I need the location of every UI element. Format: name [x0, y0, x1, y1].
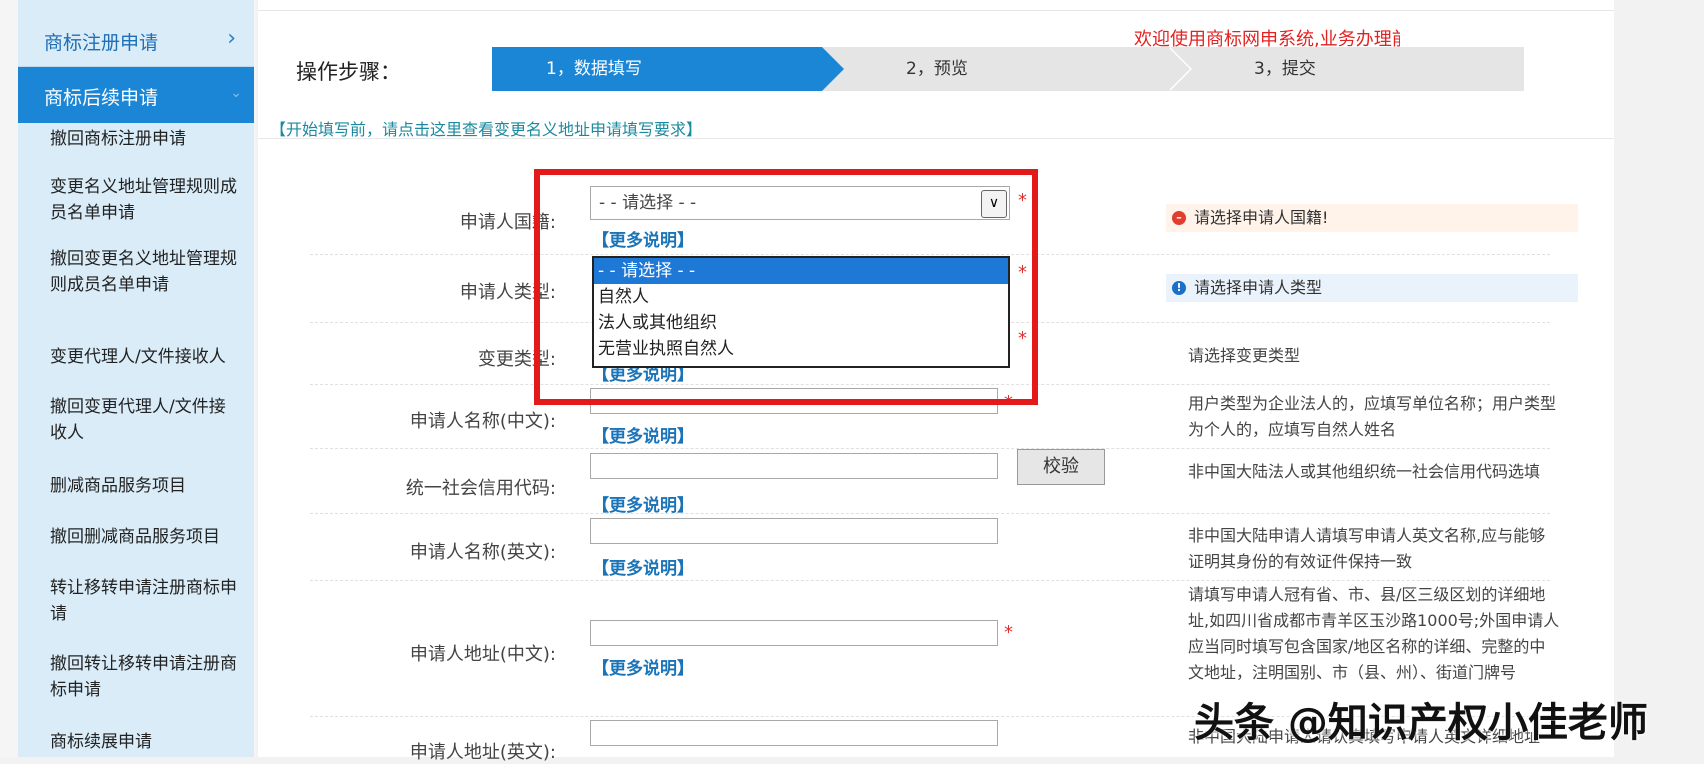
nationality-error-message: – 请选择申请人国籍!	[1166, 204, 1578, 232]
change-type-label: 变更类型:	[477, 349, 556, 370]
step-arrow	[1168, 47, 1190, 91]
sidebar-item-label: 商标后续申请	[44, 87, 159, 109]
sidebar-subitem[interactable]: 撤回转让移转申请注册商标申请	[50, 651, 240, 703]
sidebar-item-trademark-followup[interactable]: 商标后续申请 ⌄	[18, 67, 254, 123]
step-arrow-active	[822, 47, 844, 91]
credit-code-help: 非中国大陆法人或其他组织统一社会信用代码选填	[1188, 462, 1541, 481]
name-en-help: 非中国大陆申请人请填写申请人英文名称,应与能够证明其身份的有效证件保持一致	[1188, 526, 1546, 571]
sidebar-subitem[interactable]: 撤回删减商品服务项目	[50, 524, 240, 550]
applicant-type-info-message: ! 请选择申请人类型	[1166, 274, 1578, 302]
sidebar-panel: 商标注册申请 › 商标后续申请 ⌄	[18, 0, 254, 757]
step-submit: 3，提交	[1168, 47, 1524, 91]
nationality-label: 申请人国籍:	[459, 212, 556, 233]
sidebar-subitem[interactable]: 撤回变更名义地址管理规则成员名单申请	[50, 246, 240, 298]
name-cn-help: 用户类型为企业法人的，应填写单位名称；用户类型为个人的，应填写自然人姓名	[1188, 394, 1557, 439]
address-cn-label: 申请人地址(中文):	[409, 644, 556, 665]
more-info-link[interactable]: 【更多说明】	[592, 654, 694, 679]
top-divider	[258, 0, 1614, 11]
steps-label: 操作步骤：	[296, 60, 401, 84]
sidebar-item-trademark-registration[interactable]: 商标注册申请 ›	[18, 0, 254, 67]
credit-code-input[interactable]	[590, 453, 998, 479]
sidebar-subitem[interactable]: 撤回商标注册申请	[50, 126, 240, 152]
fill-requirements-link[interactable]: 【开始填写前，请点击这里查看变更名义地址申请填写要求】	[270, 116, 702, 140]
sidebar-subitem[interactable]: 删减商品服务项目	[50, 473, 240, 499]
name-en-input[interactable]	[590, 518, 998, 544]
sidebar-subitem[interactable]: 变更名义地址管理规则成员名单申请	[50, 174, 240, 226]
info-icon: !	[1172, 281, 1186, 295]
address-cn-input[interactable]	[590, 620, 998, 646]
chevron-right-icon: ›	[227, 26, 236, 51]
verify-button[interactable]: 校验	[1017, 449, 1105, 485]
name-cn-label: 申请人名称(中文):	[409, 411, 556, 432]
step-label: 1，数据填写	[546, 59, 642, 79]
main-content: 欢迎使用商标网申系统,业务办理前,请详细 操作步骤： 2，预览 3，提交 1，数…	[258, 0, 1614, 763]
more-info-link[interactable]: 【更多说明】	[592, 422, 694, 447]
highlight-box	[534, 169, 1038, 405]
more-info-link[interactable]: 【更多说明】	[592, 554, 694, 579]
section-divider	[258, 138, 1614, 139]
change-type-help: 请选择变更类型	[1188, 346, 1301, 365]
sidebar: 商标注册申请 › 商标后续申请 ⌄ 撤回商标注册申请 变更名义地址管理规则成员名…	[0, 0, 256, 757]
applicant-type-label: 申请人类型:	[459, 282, 556, 303]
sidebar-subitem[interactable]: 转让移转申请注册商标申请	[50, 575, 240, 627]
address-en-input[interactable]	[590, 720, 998, 746]
error-icon: –	[1172, 211, 1186, 225]
sidebar-item-label: 商标注册申请	[44, 32, 159, 54]
row-divider	[310, 448, 1550, 449]
credit-code-label: 统一社会信用代码:	[405, 478, 556, 499]
sidebar-subitem[interactable]: 商标续展申请	[50, 729, 240, 755]
info-text: 请选择申请人类型	[1194, 278, 1323, 297]
sidebar-subitem[interactable]: 变更代理人/文件接收人	[50, 344, 240, 370]
required-mark: *	[1004, 622, 1013, 643]
name-en-label: 申请人名称(英文):	[409, 542, 556, 563]
row-divider	[310, 580, 1550, 581]
watermark: 头条 @知识产权小佳老师	[1194, 700, 1648, 746]
step-preview: 2，预览	[820, 47, 1170, 91]
address-en-label: 申请人地址(英文):	[409, 742, 556, 763]
error-text: 请选择申请人国籍!	[1194, 208, 1329, 227]
row-divider	[310, 513, 1550, 514]
step-data-entry: 1，数据填写	[492, 47, 822, 91]
chevron-down-icon: ⌄	[230, 85, 242, 101]
sidebar-subitem[interactable]: 撤回变更代理人/文件接收人	[50, 394, 240, 446]
